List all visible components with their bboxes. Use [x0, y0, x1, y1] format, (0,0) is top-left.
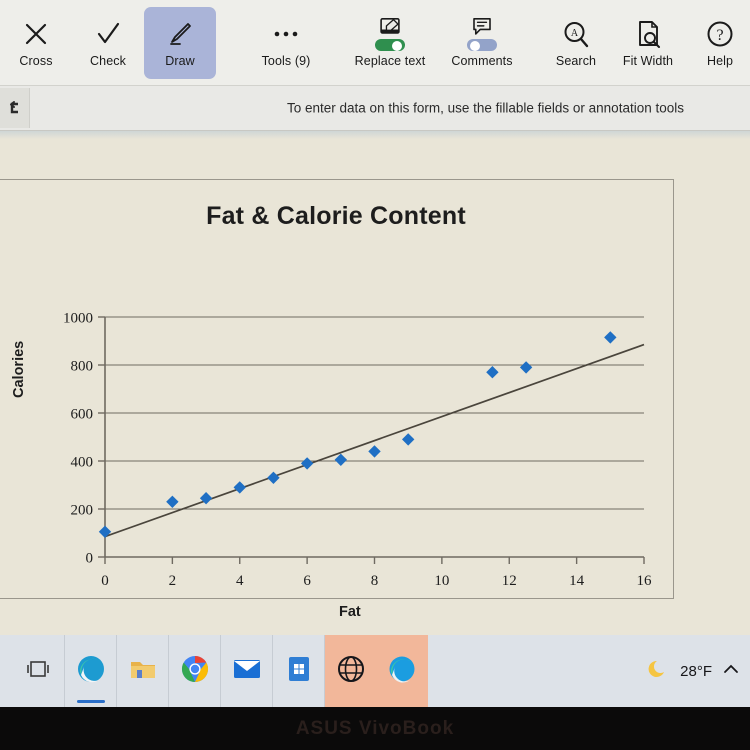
fit-width-icon: [634, 17, 662, 51]
x-tick-label: 2: [169, 573, 177, 589]
data-point: [401, 433, 415, 446]
chart-container: Fat & Calorie Content Calories Fat 0 200 4…: [0, 179, 674, 620]
form-message-text: To enter data on this form, use the fill…: [287, 100, 684, 116]
comments-toggle[interactable]: Comments: [436, 7, 528, 79]
data-point: [486, 366, 499, 379]
tools-button[interactable]: Tools (9): [240, 7, 332, 79]
internet-explorer-button[interactable]: [324, 635, 376, 707]
x-tick-label: 10: [434, 573, 449, 589]
search-icon: A: [562, 17, 590, 51]
help-icon: ?: [706, 17, 734, 51]
form-message-bar: To enter data on this form, use the fill…: [0, 86, 750, 131]
pen-icon: [166, 17, 194, 51]
toolbar-group-toggles: Replace text Comments: [344, 7, 528, 79]
check-button[interactable]: Check: [72, 7, 144, 79]
y-tick-label: 400: [71, 455, 94, 471]
edge-icon: [387, 654, 417, 689]
ellipsis-icon: [272, 17, 300, 51]
search-label: Search: [555, 54, 597, 68]
y-tick-label: 0: [86, 551, 94, 567]
comments-label: Comments: [451, 54, 513, 68]
y-tick-label: 800: [71, 359, 94, 375]
data-point: [519, 361, 533, 374]
scatter-plot: 0 200 400 600 800 1000 0 2 4 6 8 10 12 14 16: [63, 311, 653, 590]
data-point: [300, 457, 314, 470]
task-view-icon: [26, 658, 50, 685]
x-tick-label: 0: [101, 573, 109, 589]
data-point: [233, 481, 246, 494]
data-point: [368, 445, 381, 458]
replace-text-icon: [375, 17, 405, 51]
x-tick-label: 6: [303, 573, 311, 589]
help-button[interactable]: ? Help: [684, 7, 750, 79]
replace-text-label: Replace text: [354, 54, 426, 68]
check-icon: [95, 17, 121, 51]
chrome-browser-button[interactable]: [168, 635, 220, 707]
microsoft-store-button[interactable]: [272, 635, 324, 707]
replace-text-toggle[interactable]: Replace text: [344, 7, 436, 79]
tools-label: Tools (9): [261, 54, 311, 68]
y-tick-label: 600: [71, 407, 94, 423]
toolbar-group-annotate: Cross Check Draw Tools (9): [0, 6, 332, 79]
search-button[interactable]: A Search: [540, 7, 612, 79]
mail-icon: [232, 657, 262, 686]
check-label: Check: [90, 54, 126, 68]
fit-width-label: Fit Width: [622, 54, 674, 68]
comment-icon: [467, 17, 497, 51]
comments-switch[interactable]: [467, 38, 497, 51]
annotation-toolbar: Cross Check Draw Tools (9) Replace text …: [0, 0, 750, 86]
data-point: [267, 471, 280, 484]
svg-text:?: ?: [716, 27, 723, 44]
cross-label: Cross: [19, 54, 53, 68]
help-label: Help: [706, 54, 734, 68]
data-point: [604, 331, 617, 344]
x-tick-label: 12: [502, 573, 517, 589]
mail-button[interactable]: [220, 635, 272, 707]
draw-label: Draw: [165, 54, 195, 68]
laptop-brand: ASUS VivoBook: [295, 718, 455, 739]
svg-text:A: A: [571, 28, 579, 39]
system-tray: 28°F: [648, 658, 750, 685]
fit-width-button[interactable]: Fit Width: [612, 7, 684, 79]
data-point: [166, 495, 179, 508]
screen: Cross Check Draw Tools (9) Replace text …: [0, 0, 750, 750]
cross-button[interactable]: Cross: [0, 7, 72, 79]
draw-button[interactable]: Draw: [144, 6, 216, 79]
task-view-button[interactable]: [12, 635, 64, 707]
globe-icon: [336, 654, 366, 689]
data-point: [334, 453, 348, 466]
data-point: [98, 525, 112, 538]
weather-temperature[interactable]: 28°F: [680, 663, 712, 680]
edge-dev-button[interactable]: [376, 635, 428, 707]
trend-line: [104, 343, 645, 538]
y-tick-label: 200: [71, 503, 94, 519]
x-tick-label: 16: [637, 573, 653, 589]
document-page: Fat & Calorie Content Calories Fat 0 200 4…: [0, 131, 750, 635]
file-explorer-button[interactable]: [116, 635, 168, 707]
y-tick-label: 1000: [63, 311, 93, 327]
toolbar-group-view: A Search Fit Width ? Help: [540, 7, 750, 79]
edge-icon: [75, 653, 107, 690]
edge-browser-button[interactable]: [64, 635, 116, 707]
x-axis-label: Fat: [339, 604, 361, 620]
x-tick-label: 4: [236, 573, 244, 589]
back-arrow-icon[interactable]: [0, 88, 30, 128]
folder-icon: [128, 656, 158, 687]
chevron-up-icon[interactable]: [722, 662, 740, 681]
replace-text-switch[interactable]: [375, 38, 405, 51]
x-tick-label: 14: [569, 573, 585, 589]
cross-icon: [23, 17, 49, 51]
store-icon: [286, 655, 312, 688]
moon-icon: [648, 658, 670, 685]
x-tick-label: 8: [371, 573, 379, 589]
chrome-icon: [180, 654, 210, 689]
windows-taskbar: 28°F: [0, 635, 750, 707]
